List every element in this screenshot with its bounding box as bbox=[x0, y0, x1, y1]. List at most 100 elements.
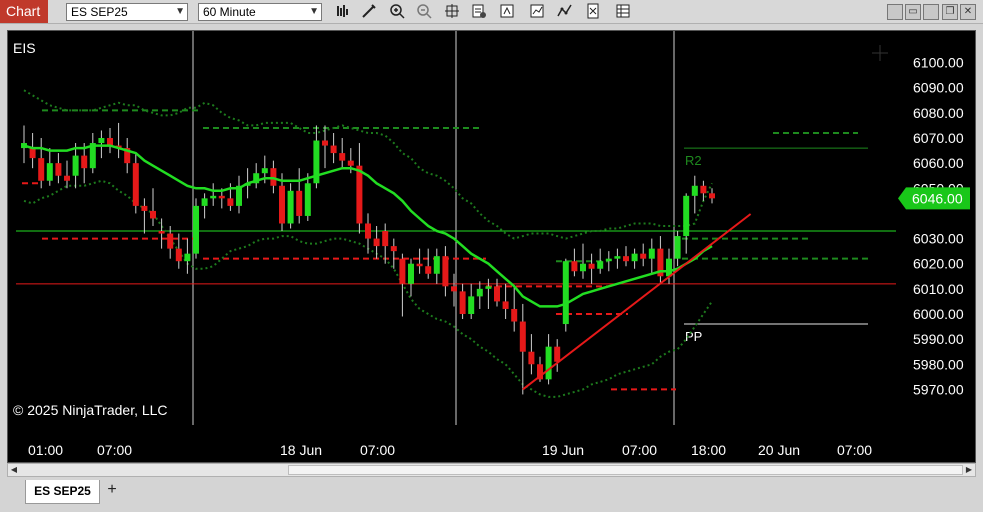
candle-body bbox=[614, 256, 621, 259]
lower-band-line bbox=[23, 179, 713, 398]
pivot-r2-label: R2 bbox=[685, 153, 702, 168]
last-price-label: 6046.00 bbox=[912, 190, 963, 206]
candle-body bbox=[399, 258, 406, 284]
price-axis-label: 5970.00 bbox=[913, 381, 964, 397]
candle-body bbox=[485, 286, 492, 289]
candle-body bbox=[304, 183, 311, 216]
price-axis-label: 6090.00 bbox=[913, 80, 964, 96]
chart-panel[interactable]: R2 PP 6100.00 6090.00 6080.00 6070.00 6060.00 6… bbox=[7, 30, 976, 463]
zoom-out-icon[interactable] bbox=[415, 3, 433, 21]
time-axis-label: 18:00 bbox=[691, 442, 726, 458]
instrument-label: EIS bbox=[13, 40, 36, 56]
time-axis-label: 20 Jun bbox=[758, 442, 800, 458]
candle-body bbox=[519, 321, 526, 352]
time-axis-label: 07:00 bbox=[97, 442, 132, 458]
candle-body bbox=[683, 195, 690, 237]
candle-body bbox=[580, 263, 586, 272]
candle-body bbox=[691, 185, 698, 196]
tab-es-sep25[interactable]: ES SEP25 bbox=[25, 480, 100, 504]
candle-body bbox=[545, 346, 552, 380]
zoom-in-icon[interactable] bbox=[388, 3, 406, 21]
price-axis-label: 6000.00 bbox=[913, 306, 964, 322]
price-axis-label: 6100.00 bbox=[913, 55, 964, 71]
candle-body bbox=[631, 253, 638, 262]
draw-tool-icon[interactable] bbox=[360, 3, 378, 21]
price-axis-label: 6080.00 bbox=[913, 105, 964, 121]
chart-window-label[interactable]: Chart bbox=[0, 0, 48, 23]
candle-body bbox=[373, 238, 380, 247]
scroll-left-icon[interactable]: ◀ bbox=[8, 464, 20, 476]
time-axis-label: 01:00 bbox=[28, 442, 63, 458]
price-axis-label: 6060.00 bbox=[913, 155, 964, 171]
templates-icon[interactable] bbox=[614, 3, 632, 21]
time-axis-label: 18 Jun bbox=[280, 442, 322, 458]
candle-body bbox=[55, 163, 62, 176]
chevron-down-icon: ▼ bbox=[175, 6, 185, 17]
strategies-icon[interactable] bbox=[498, 3, 516, 21]
candle-body bbox=[528, 351, 535, 365]
candle-body bbox=[502, 301, 509, 309]
candle-body bbox=[98, 138, 105, 144]
price-axis-label: 6020.00 bbox=[913, 256, 964, 272]
properties-icon[interactable] bbox=[470, 3, 488, 21]
candle-body bbox=[494, 286, 500, 302]
candle-body bbox=[287, 190, 294, 224]
interval-selector[interactable]: 60 Minute ▼ bbox=[198, 3, 322, 21]
minimize-icon[interactable] bbox=[887, 4, 903, 20]
candle-body bbox=[511, 308, 518, 322]
candle-body bbox=[38, 158, 45, 181]
candle-body bbox=[382, 231, 389, 247]
tab-strip: ES SEP25 + bbox=[0, 478, 983, 512]
candle-body bbox=[571, 261, 578, 272]
candle-body bbox=[476, 288, 483, 297]
chart-trader-icon[interactable] bbox=[556, 3, 574, 21]
candle-body bbox=[648, 248, 655, 259]
data-box-icon[interactable] bbox=[584, 3, 602, 21]
candle-body bbox=[72, 155, 79, 176]
scrollbar-thumb[interactable] bbox=[288, 465, 963, 475]
restore-window-icon[interactable]: ❐ bbox=[942, 4, 958, 20]
candle-body bbox=[227, 198, 234, 206]
candle-body bbox=[425, 266, 432, 274]
candle-body bbox=[167, 233, 174, 249]
price-axis-label: 5980.00 bbox=[913, 356, 964, 372]
horizontal-scrollbar[interactable]: ◀ ▶ bbox=[7, 463, 976, 477]
candle-body bbox=[562, 261, 569, 325]
price-axis-label: 6030.00 bbox=[913, 231, 964, 247]
time-axis-label: 07:00 bbox=[622, 442, 657, 458]
trend-line bbox=[522, 213, 752, 391]
maximize-icon[interactable] bbox=[923, 4, 939, 20]
bar-type-icon[interactable] bbox=[334, 3, 352, 21]
chart-toolbar: Chart ES SEP25 ▼ 60 Minute ▼ ▭ ❐ ✕ bbox=[0, 0, 983, 24]
time-axis-label: 07:00 bbox=[837, 442, 872, 458]
candle-body bbox=[175, 248, 182, 262]
crosshair-icon[interactable] bbox=[443, 3, 461, 21]
price-axis-label: 6010.00 bbox=[913, 281, 964, 297]
interval-selector-value: 60 Minute bbox=[203, 5, 256, 19]
candle-body bbox=[81, 155, 88, 169]
close-icon[interactable]: ✕ bbox=[960, 4, 976, 20]
indicators-icon[interactable] bbox=[528, 3, 546, 21]
candle-body bbox=[674, 236, 681, 259]
add-tab-icon[interactable]: + bbox=[103, 482, 121, 500]
restore-icon[interactable]: ▭ bbox=[905, 4, 921, 20]
candle-body bbox=[132, 163, 139, 206]
candle-body bbox=[261, 168, 268, 174]
candle-body bbox=[666, 258, 672, 277]
candle-body bbox=[193, 205, 199, 254]
candle-body bbox=[330, 145, 337, 154]
copyright-label: © 2025 NinjaTrader, LLC bbox=[13, 402, 168, 418]
instrument-selector-value: ES SEP25 bbox=[71, 5, 128, 19]
price-chart[interactable]: R2PP6100.006090.006080.006070.006060.006… bbox=[8, 31, 975, 462]
candle-body bbox=[365, 223, 371, 239]
candle-body bbox=[29, 148, 36, 159]
candle-body bbox=[442, 256, 449, 287]
candle-body bbox=[390, 246, 397, 252]
instrument-selector[interactable]: ES SEP25 ▼ bbox=[66, 3, 188, 21]
candle-body bbox=[184, 253, 191, 262]
candle-body bbox=[408, 263, 414, 284]
candle-body bbox=[64, 175, 70, 181]
candle-body bbox=[605, 258, 612, 262]
candle-body bbox=[554, 346, 561, 362]
scroll-right-icon[interactable]: ▶ bbox=[963, 464, 975, 476]
